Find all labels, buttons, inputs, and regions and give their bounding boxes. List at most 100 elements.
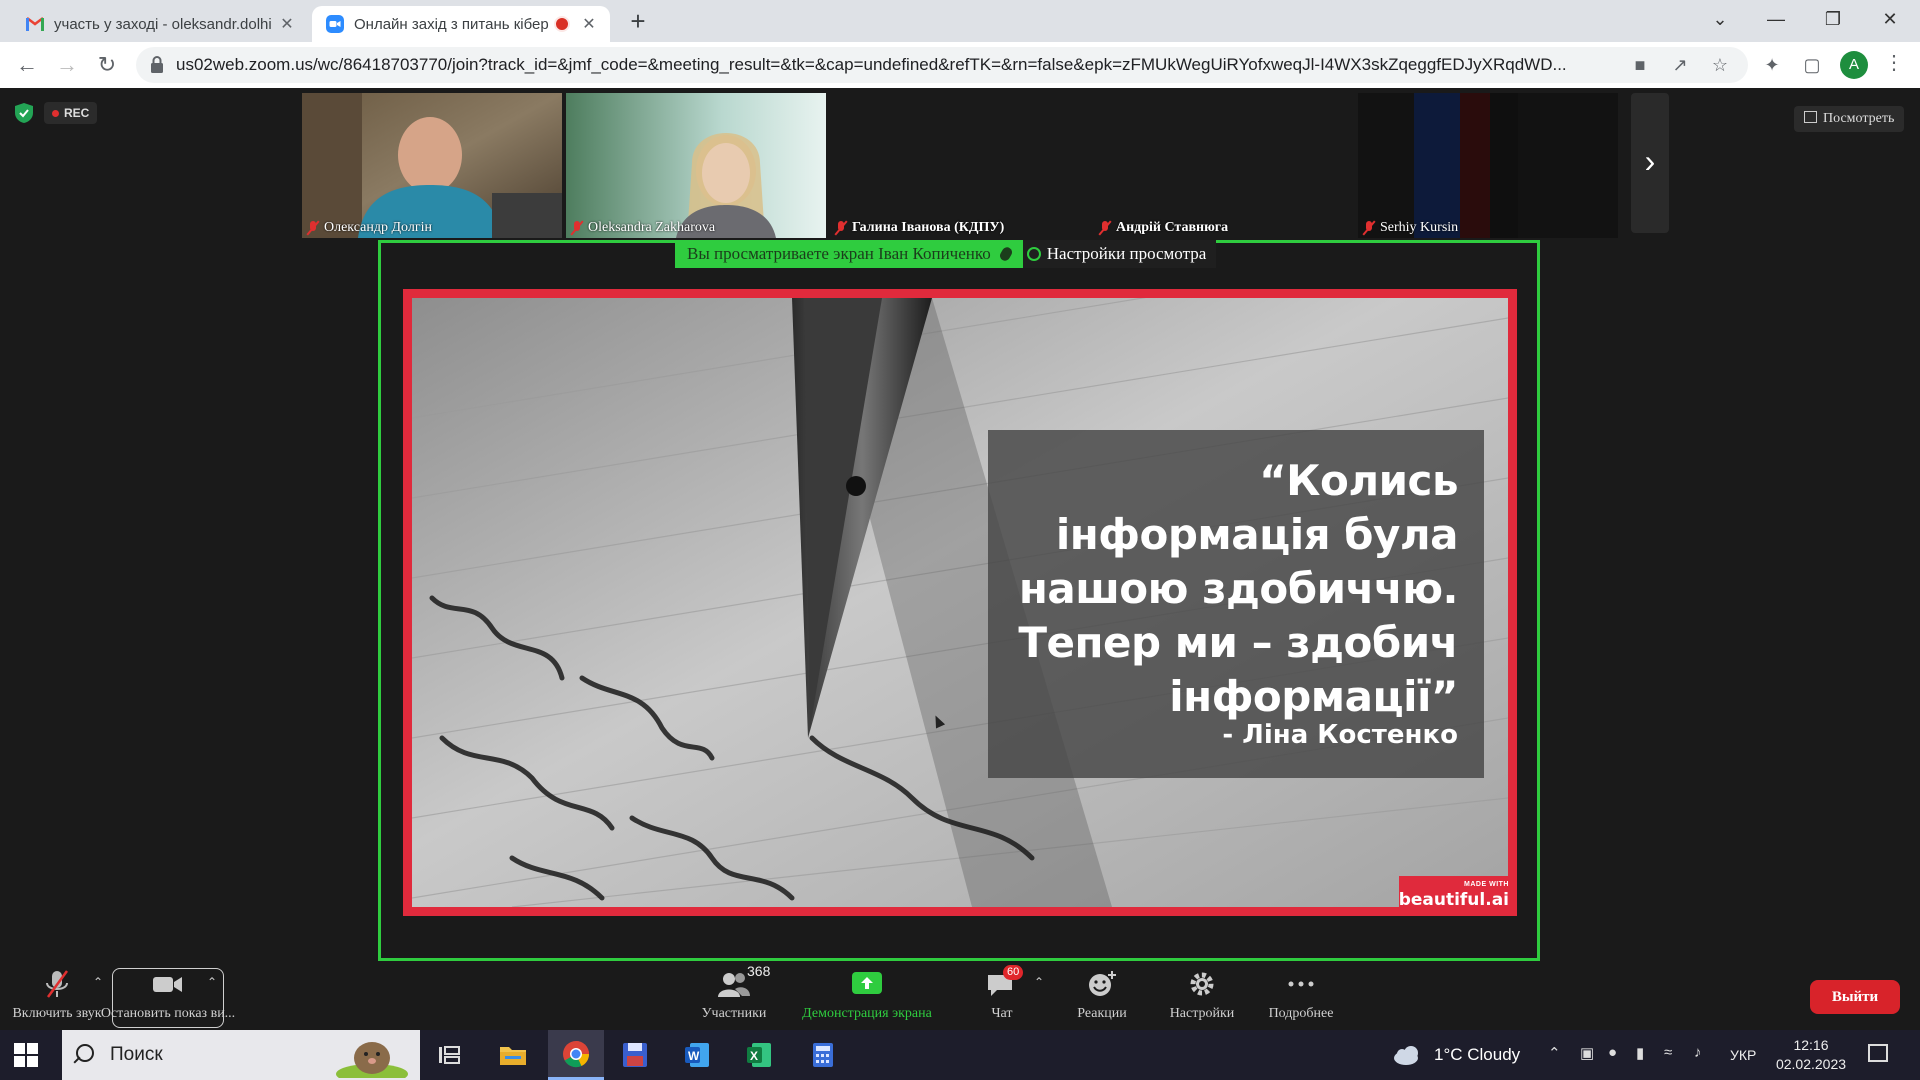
notification-center-icon[interactable] [1868,1044,1888,1062]
participant-tile[interactable]: Галина Іванова (КДПУ) [830,93,1090,238]
video-camera-icon [153,977,182,992]
unmute-label: Включить звук [12,1006,102,1021]
next-page-arrow-icon[interactable]: › [1631,93,1669,233]
calculator-icon[interactable] [806,1038,840,1072]
settings-label: Настройки [1169,1006,1235,1021]
cloud-icon [1394,1046,1418,1065]
unmute-button[interactable]: Включить звук [12,965,102,1030]
recording-indicator-icon [554,16,570,32]
video-options-caret-icon[interactable]: ⌃ [207,975,217,989]
rec-dot-icon [52,109,59,117]
participant-video [1358,93,1618,238]
share-screen-button[interactable]: Демонстрация экрана [796,965,938,1030]
mic-muted-icon [570,220,584,236]
word-icon[interactable]: W [680,1038,714,1072]
stop-video-label: Остановить показ ви... [100,1006,236,1021]
view-button[interactable]: Посмотреть [1794,106,1905,132]
chat-options-caret-icon[interactable]: ⌃ [1034,975,1044,989]
share-banner: Вы просматриваете экран Іван Копиченко Н… [675,240,1217,268]
show-hidden-icons-chevron-icon[interactable]: ⌃ [1548,1044,1561,1062]
forward-arrow-icon[interactable]: → [52,50,82,80]
windows-taskbar: Поиск W X 1°C Cloudy ⌃ ▣ ● ▮ ≈ ♪ УКР 12:… [0,1030,1920,1080]
battery-icon[interactable]: ▮ [1636,1044,1644,1062]
windows-start-icon[interactable] [14,1043,38,1067]
participant-video [302,93,562,238]
presentation-slide: “Колись інформація була нашою здобиччю. … [403,289,1517,916]
tab-zoom[interactable]: Онлайн захід з питань кібер ✕ [312,6,610,42]
meet-now-icon[interactable]: ▣ [1580,1044,1594,1062]
stop-video-button[interactable]: Остановить показ ви... [101,965,235,1030]
camera-icon[interactable]: ■ [1628,53,1652,77]
microphone-icon[interactable]: ● [1608,1044,1617,1061]
quote-text: “Колись інформація була нашою здобиччю. … [1018,454,1458,724]
share-screen-icon [852,972,882,994]
weather-widget[interactable]: 1°C Cloudy [1392,1030,1520,1080]
address-bar[interactable]: us02web.zoom.us/wc/86418703770/join?trac… [136,47,1748,83]
back-arrow-icon[interactable]: ← [12,50,42,80]
close-window-button[interactable]: ✕ [1864,0,1916,38]
brand-small-text: MADE WITH [1464,881,1509,888]
bookmark-star-icon[interactable]: ☆ [1708,53,1732,77]
settings-button[interactable]: Настройки [1164,965,1240,1030]
close-tab-icon[interactable]: ✕ [276,14,298,34]
quote-author: - Ліна Костенко [1222,720,1458,750]
participant-tile[interactable]: Олександр Долгін [302,93,562,238]
participant-tile[interactable]: Oleksandra Zakharova [566,93,826,238]
share-label: Демонстрация экрана [802,1006,932,1021]
chat-label: Чат [991,1006,1013,1021]
participant-name: Oleksandra Zakharova [570,220,715,236]
participant-tile[interactable]: Serhiy Kursin [1358,93,1618,238]
view-settings-button[interactable]: Настройки просмотра [1022,240,1217,268]
tab-search-button[interactable]: ⌄ [1694,0,1746,38]
reactions-button[interactable]: Реакции [1070,965,1134,1030]
menu-kebab-icon[interactable]: ⋮ [1884,50,1904,75]
audio-options-caret-icon[interactable]: ⌃ [93,975,103,989]
participants-button[interactable]: 368 Участники [692,963,776,1030]
reload-icon[interactable]: ↻ [92,50,122,80]
tab-gmail[interactable]: участь у заході - oleksandr.dolhi ✕ [12,6,308,42]
volume-icon[interactable]: ♪ [1694,1044,1702,1061]
participants-icon: 368 [717,963,770,999]
participant-name: Андрій Ставнюга [1098,220,1228,236]
weather-text: 1°C Cloudy [1434,1045,1521,1064]
mic-icon [997,245,1014,263]
side-panel-icon[interactable]: ▢ [1800,53,1824,77]
minimize-button[interactable]: — [1750,0,1802,38]
reactions-label: Реакции [1077,1006,1127,1021]
excel-icon[interactable]: X [742,1038,776,1072]
browser-tab-bar: участь у заході - oleksandr.dolhi ✕ Онла… [0,0,1920,42]
grid-icon [1804,111,1817,123]
zoom-meeting-area: REC Посмотреть Олександр Долгін Oleksand… [0,88,1920,965]
share-icon[interactable]: ↗ [1668,53,1692,77]
profile-avatar[interactable]: A [1840,51,1868,79]
search-icon [76,1044,94,1062]
network-icon[interactable]: ≈ [1664,1044,1672,1061]
participant-tile[interactable]: Андрій Ставнюга [1094,93,1354,238]
more-dots-icon [1288,981,1314,987]
file-explorer-icon[interactable] [496,1038,530,1072]
chat-button[interactable]: 60 Чат [974,965,1030,1030]
save-disk-icon[interactable] [618,1038,652,1072]
input-language[interactable]: УКР [1730,1030,1756,1080]
extensions-icon[interactable]: ✦ [1760,53,1784,77]
more-button[interactable]: Подробнее [1262,965,1340,1030]
close-tab-icon[interactable]: ✕ [578,14,600,34]
mic-muted-icon [1098,220,1112,236]
taskbar-search[interactable]: Поиск [62,1030,420,1080]
svg-text:W: W [688,1049,700,1063]
mic-muted-icon [1362,220,1376,236]
svg-text:X: X [750,1049,758,1063]
task-view-icon[interactable] [432,1038,466,1072]
search-highlight-illustration [336,1042,408,1078]
leave-button[interactable]: Выйти [1810,980,1900,1014]
participants-label: Участники [701,1006,767,1021]
more-label: Подробнее [1268,1006,1334,1021]
chrome-icon[interactable] [548,1030,604,1080]
security-shield-icon[interactable] [14,102,34,124]
clock[interactable]: 12:16 02.02.2023 [1773,1036,1849,1074]
restore-button[interactable]: ❐ [1807,0,1859,38]
participants-count: 368 [747,963,771,979]
quote-line: інформації” [1169,672,1458,721]
new-tab-button[interactable]: + [624,6,652,36]
beautiful-ai-badge: MADE WITH beautiful.ai [1399,876,1517,916]
